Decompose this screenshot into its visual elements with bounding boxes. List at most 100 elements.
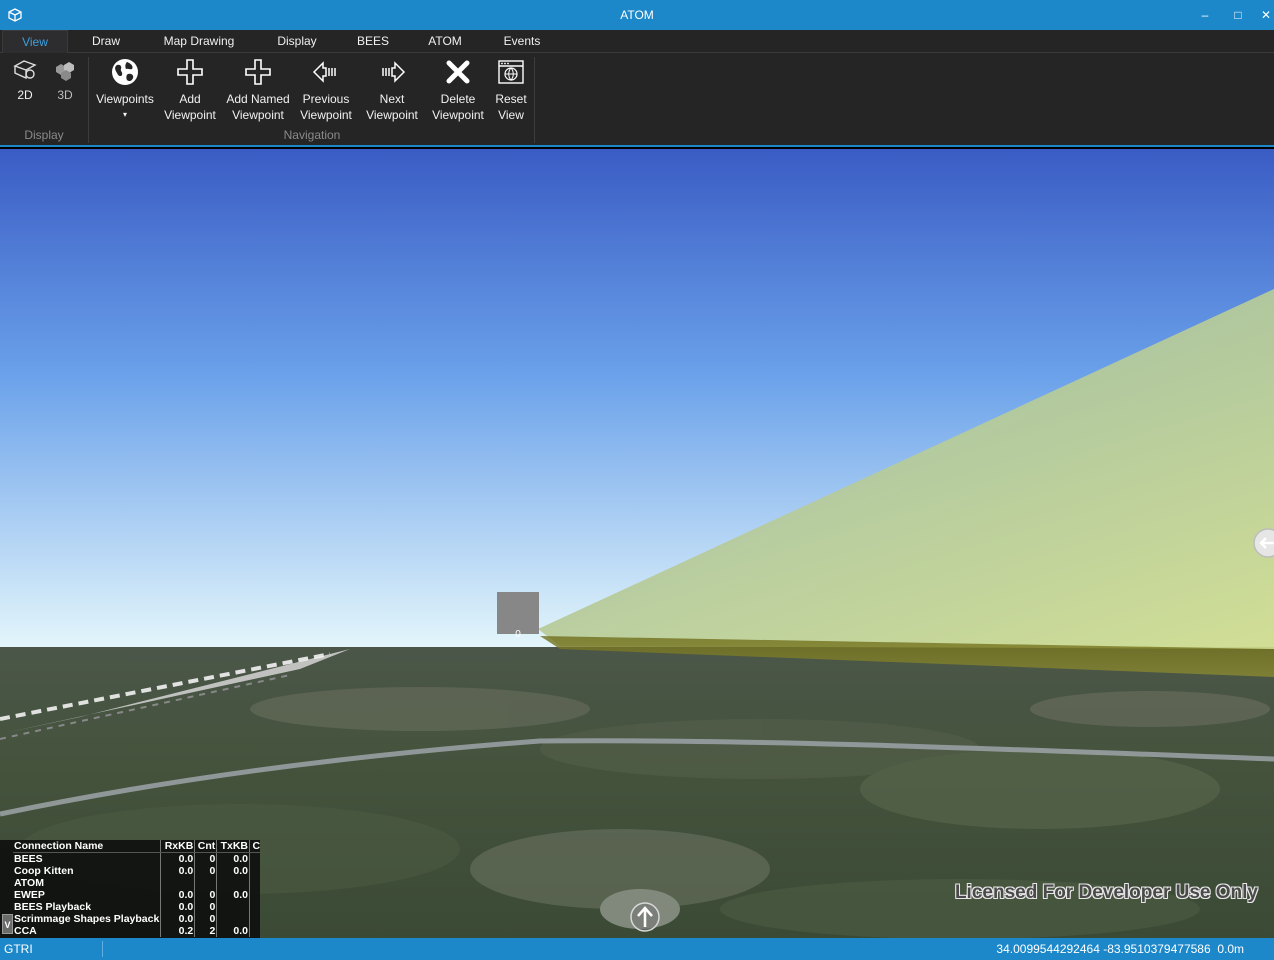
rxkb-cell: 0.0 <box>160 913 195 925</box>
add-viewpoint-label-2: Viewpoint <box>164 108 216 122</box>
reset-view-button[interactable]: Reset View <box>492 57 530 123</box>
txkb-cell: 0.0 <box>216 865 250 877</box>
entity-marker[interactable] <box>497 592 539 634</box>
group-separator <box>534 57 535 143</box>
tab-draw[interactable]: Draw <box>80 30 132 53</box>
table-row: ATOM <box>13 877 260 889</box>
group-separator <box>88 57 89 143</box>
reset-view-label-1: Reset <box>495 92 527 106</box>
status-org-label: GTRI <box>4 942 33 956</box>
connection-status-panel: Connection Name RxKB Cnt TxKB Cnt BEES 0… <box>0 840 260 938</box>
rx-cnt-cell: 0 <box>194 889 217 901</box>
table-header-row: Connection Name RxKB Cnt TxKB Cnt <box>13 840 260 853</box>
previous-viewpoint-button[interactable]: Previous Viewpoint <box>296 57 356 123</box>
table-row: BEES Playback 0.0 0 <box>13 901 260 913</box>
connection-name: EWEP <box>14 889 45 901</box>
browser-globe-icon <box>498 60 524 84</box>
delete-x-icon <box>446 60 470 84</box>
3d-button[interactable]: 3D <box>48 57 82 103</box>
chevron-down-icon: ▾ <box>122 110 127 119</box>
txkb-cell: 0.0 <box>216 889 250 901</box>
scene-canvas: 0 <box>0 149 1274 938</box>
connection-name: ATOM <box>14 877 44 889</box>
tx-cnt-cell: 0 <box>248 925 260 937</box>
close-button[interactable]: ✕ <box>1258 4 1274 26</box>
3d-cubes-icon <box>56 62 74 81</box>
tx-cnt-cell <box>248 901 260 913</box>
title-bar: ATOM ‒ □ ✕ <box>0 0 1274 30</box>
rxkb-cell: 0.0 <box>160 865 195 877</box>
display-group-label: Display <box>24 128 64 142</box>
panel-toggle-button[interactable]: V <box>2 914 13 934</box>
cursor-altitude: 0.0m <box>1217 942 1244 956</box>
ribbon-tabs: View Draw Map Drawing Display BEES ATOM … <box>0 30 1274 53</box>
rx-cnt-cell: 0 <box>194 865 217 877</box>
arrow-right-icon <box>382 61 406 83</box>
rx-cnt-cell: 0 <box>194 852 217 865</box>
connection-name: BEES <box>14 853 43 865</box>
delete-viewpoint-label-1: Delete <box>440 92 476 106</box>
tx-cnt-cell <box>248 913 260 925</box>
txkb-cell <box>216 901 250 913</box>
table-row: Scrimmage Shapes Playback 0.0 0 <box>13 913 260 925</box>
panel-expand-left-icon[interactable] <box>1253 528 1274 558</box>
tab-events[interactable]: Events <box>492 30 552 53</box>
2d-button[interactable]: 2D <box>6 57 44 103</box>
column-header-tx-cnt: Cnt <box>248 840 260 853</box>
maximize-button[interactable]: □ <box>1225 4 1251 26</box>
tab-atom[interactable]: ATOM <box>418 30 472 53</box>
column-header-rxkb: RxKB <box>160 840 195 853</box>
add-named-viewpoint-label-2: Viewpoint <box>232 108 284 122</box>
rx-cnt-cell: 0 <box>194 901 217 913</box>
tab-display[interactable]: Display <box>266 30 328 53</box>
txkb-cell: 0.0 <box>216 852 250 865</box>
tx-cnt-cell: 0 <box>248 865 260 877</box>
next-viewpoint-button[interactable]: Next Viewpoint <box>362 57 422 123</box>
cursor-coordinates: 34.0099544292464 -83.9510379477586 <box>996 942 1211 956</box>
2d-map-icon <box>13 60 37 80</box>
tx-cnt-cell: 0 <box>248 852 260 865</box>
map-viewport[interactable]: 0 Licensed For Developer Use Only <box>0 149 1274 938</box>
license-watermark: Licensed For Developer Use Only <box>954 882 1258 903</box>
rxkb-cell: 0.0 <box>160 901 195 913</box>
rxkb-cell: 0.0 <box>160 889 195 901</box>
status-position: 34.0099544292464 -83.9510379477586 0.0m <box>996 942 1244 956</box>
column-header-connection-name: Connection Name <box>13 840 161 853</box>
rxkb-cell <box>160 877 195 889</box>
add-viewpoint-button[interactable]: Add Viewpoint <box>158 57 222 123</box>
tab-map-drawing[interactable]: Map Drawing <box>152 30 246 53</box>
3d-label: 3D <box>57 88 73 102</box>
reset-view-label-2: View <box>498 108 524 122</box>
north-arrow-icon[interactable] <box>630 902 660 932</box>
connection-name: Coop Kitten <box>14 865 74 877</box>
delete-viewpoint-button[interactable]: Delete Viewpoint <box>428 57 488 123</box>
txkb-cell <box>216 877 250 889</box>
entity-marker-label: 0 <box>515 629 521 640</box>
table-row: Coop Kitten 0.0 0 0.0 0 <box>13 865 260 877</box>
window-title: ATOM <box>620 8 654 22</box>
rx-cnt-cell: 2 <box>194 925 217 937</box>
previous-viewpoint-label-1: Previous <box>302 92 350 106</box>
tx-cnt-cell <box>248 877 260 889</box>
table-row: BEES 0.0 0 0.0 0 <box>13 852 260 865</box>
tab-view[interactable]: View <box>2 30 68 53</box>
previous-viewpoint-label-2: Viewpoint <box>300 108 352 122</box>
status-bar: GTRI 34.0099544292464 -83.9510379477586 … <box>0 938 1274 960</box>
viewpoints-label: Viewpoints <box>96 92 154 106</box>
globe-icon <box>112 59 138 85</box>
viewpoints-button[interactable]: Viewpoints ▾ <box>92 57 158 123</box>
ribbon: 2D 3D Display Viewpoints ▾ Add Viewpoint <box>0 53 1274 147</box>
add-named-viewpoint-label-1: Add Named <box>226 92 290 106</box>
txkb-cell: 0.0 <box>216 925 250 937</box>
add-viewpoint-label-1: Add <box>179 92 201 106</box>
connection-table: Connection Name RxKB Cnt TxKB Cnt BEES 0… <box>13 840 260 937</box>
table-row: CCA 0.2 2 0.0 0 <box>13 925 260 937</box>
tab-bees[interactable]: BEES <box>348 30 398 53</box>
status-divider <box>102 941 103 957</box>
connection-name: CCA <box>14 925 37 937</box>
2d-label: 2D <box>17 88 33 102</box>
column-header-txkb: TxKB <box>216 840 250 853</box>
add-named-viewpoint-button[interactable]: Add Named Viewpoint <box>222 57 294 123</box>
rx-cnt-cell <box>194 877 217 889</box>
minimize-button[interactable]: ‒ <box>1192 4 1218 26</box>
